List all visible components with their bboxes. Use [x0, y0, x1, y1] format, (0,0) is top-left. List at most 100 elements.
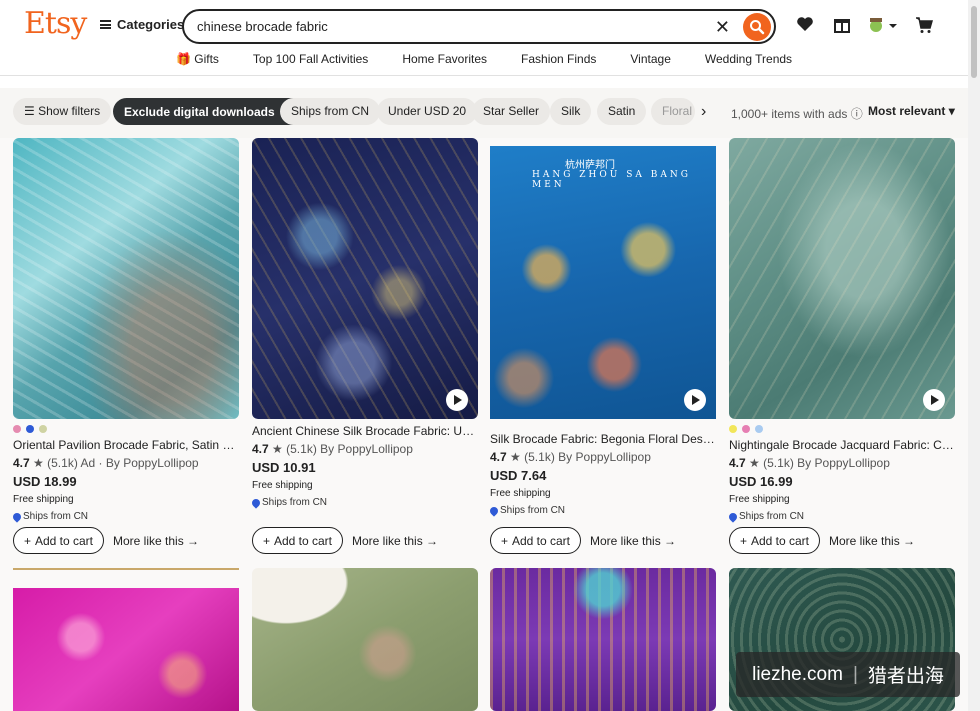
nav-top-100-fall-activities[interactable]: Top 100 Fall Activities [236, 52, 385, 66]
location-pin-icon [488, 504, 500, 517]
chip-ships-from-cn[interactable]: Ships from CN [280, 98, 381, 125]
chip-star-seller[interactable]: Star Seller [472, 98, 551, 125]
swatch[interactable] [729, 425, 737, 433]
chip-floral[interactable]: Floral [651, 98, 695, 125]
listing-price: USD 7.64 [490, 468, 547, 483]
listing-image[interactable] [13, 138, 239, 419]
sort-dropdown[interactable]: Most relevant ▾ [868, 104, 955, 118]
free-shipping-label: Free shipping [490, 488, 551, 499]
chip-satin[interactable]: Satin [597, 98, 647, 125]
plus-icon: + [262, 533, 270, 548]
more-like-this-link[interactable]: More like this → [829, 534, 915, 548]
image-caption: HANG ZHOU SA BANG MEN [532, 170, 691, 190]
nav-gifts[interactable]: 🎁 Gifts [159, 52, 236, 66]
listing-price: USD 18.99 [13, 474, 77, 489]
search-icon [750, 20, 765, 35]
categories-button[interactable]: Categories [100, 17, 184, 32]
add-to-cart-button[interactable]: + Add to cart [729, 527, 820, 554]
card-actions: + Add to cart More like this → [13, 527, 199, 554]
nav-home-favorites[interactable]: Home Favorites [385, 52, 504, 66]
exclude-digital-downloads-chip[interactable]: Exclude digital downloads✕ [113, 98, 306, 125]
color-swatches [729, 425, 955, 433]
swatch[interactable] [39, 425, 47, 433]
listing-card[interactable]: Nightingale Brocade Jacquard Fabric: Chi… [727, 138, 955, 554]
gift-icon: 🎁 [175, 52, 191, 66]
more-like-this-link[interactable]: More like this → [113, 534, 199, 548]
filter-bar: ☰ Show filters Exclude digital downloads… [0, 88, 968, 138]
site-header: Etsy Categories ✕ 🎁 Gifts Top 100 Fall A… [0, 0, 968, 76]
chip-under-usd-20[interactable]: Under USD 20 [377, 98, 478, 125]
card-actions: + Add to cart More like this → [490, 527, 676, 554]
listing-card[interactable]: Ancient Chinese Silk Brocade Fabric: Uph… [250, 138, 478, 554]
more-like-this-link[interactable]: More like this → [590, 534, 676, 548]
gift-registry-icon[interactable] [833, 16, 851, 39]
swatch[interactable] [755, 425, 763, 433]
listing-rating: 4.7 ★ (5.1k) By PoppyLollipop [729, 456, 890, 470]
listing-title[interactable]: Silk Brocade Fabric: Begonia Floral Desi… [490, 432, 716, 447]
card-actions: + Add to cart More like this → [252, 527, 438, 554]
listing-image[interactable] [252, 568, 478, 711]
listing-price: USD 10.91 [252, 460, 316, 475]
listing-rating: 4.7 ★ (5.1k) By PoppyLollipop [490, 450, 651, 464]
listing-rating: 4.7 ★ (5.1k) Ad · By PoppyLollipop [13, 456, 199, 470]
free-shipping-label: Free shipping [13, 494, 74, 505]
scrollbar[interactable] [968, 0, 980, 711]
clear-search-icon[interactable]: ✕ [715, 17, 730, 38]
results-count: 1,000+ items with ads ⓘ [731, 107, 863, 121]
swatch[interactable] [26, 425, 34, 433]
menu-icon [100, 20, 111, 29]
play-video-button[interactable] [923, 389, 945, 411]
star-icon: ★ [33, 456, 44, 470]
results-grid: Oriental Pavilion Brocade Fabric, Satin … [0, 138, 968, 711]
account-avatar-icon[interactable] [867, 17, 899, 38]
free-shipping-label: Free shipping [729, 494, 790, 505]
listing-image[interactable] [490, 568, 716, 711]
search-input[interactable] [197, 19, 697, 34]
free-shipping-label: Free shipping [252, 480, 313, 491]
plus-icon: + [500, 533, 508, 548]
show-filters-button[interactable]: ☰ Show filters [13, 98, 112, 125]
listing-title[interactable]: Oriental Pavilion Brocade Fabric, Satin … [13, 438, 239, 453]
chevron-down-icon: ▾ [948, 104, 955, 118]
plus-icon: + [23, 533, 31, 548]
star-icon: ★ [510, 450, 521, 464]
listing-image[interactable] [729, 138, 955, 419]
search-button[interactable] [743, 13, 771, 41]
cart-icon[interactable] [915, 16, 933, 39]
chevron-right-icon[interactable]: › [701, 103, 706, 121]
listing-card[interactable]: Oriental Pavilion Brocade Fabric, Satin … [11, 138, 239, 554]
add-to-cart-button[interactable]: + Add to cart [13, 527, 104, 554]
swatch[interactable] [742, 425, 750, 433]
nav-vintage[interactable]: Vintage [613, 52, 687, 66]
favorites-heart-icon[interactable] [796, 16, 814, 37]
listing-title[interactable]: Ancient Chinese Silk Brocade Fabric: Uph… [252, 424, 478, 439]
divider [13, 568, 239, 570]
listing-card[interactable]: 杭州萨邦门 HANG ZHOU SA BANG MEN Silk Brocade… [488, 138, 716, 554]
ships-from-label: Ships from CN [11, 510, 239, 523]
swatch[interactable] [13, 425, 21, 433]
more-like-this-link[interactable]: More like this → [352, 534, 438, 548]
image-caption-cn: 杭州萨邦门 [565, 160, 615, 171]
scrollbar-thumb[interactable] [971, 6, 977, 78]
listing-image[interactable] [13, 588, 239, 711]
add-to-cart-button[interactable]: + Add to cart [490, 527, 581, 554]
chip-silk[interactable]: Silk [550, 98, 592, 125]
listing-image[interactable]: 杭州萨邦门 HANG ZHOU SA BANG MEN [490, 146, 716, 419]
card-actions: + Add to cart More like this → [729, 527, 915, 554]
ships-from-label: Ships from CN [250, 496, 478, 509]
info-icon[interactable]: ⓘ [851, 107, 863, 121]
add-to-cart-button[interactable]: + Add to cart [252, 527, 343, 554]
color-swatches [13, 425, 239, 433]
play-video-button[interactable] [446, 389, 468, 411]
filter-sliders-icon: ☰ [24, 104, 35, 118]
etsy-logo[interactable]: Etsy [24, 6, 87, 41]
play-video-button[interactable] [684, 389, 706, 411]
nav-wedding-trends[interactable]: Wedding Trends [688, 52, 809, 66]
plus-icon: + [739, 533, 747, 548]
star-icon: ★ [272, 442, 283, 456]
listing-title[interactable]: Nightingale Brocade Jacquard Fabric: Chi… [729, 438, 955, 453]
watermark: liezhe.com | 猎者出海 [736, 652, 960, 697]
star-icon: ★ [749, 456, 760, 470]
nav-fashion-finds[interactable]: Fashion Finds [504, 52, 613, 66]
listing-image[interactable] [252, 138, 478, 419]
